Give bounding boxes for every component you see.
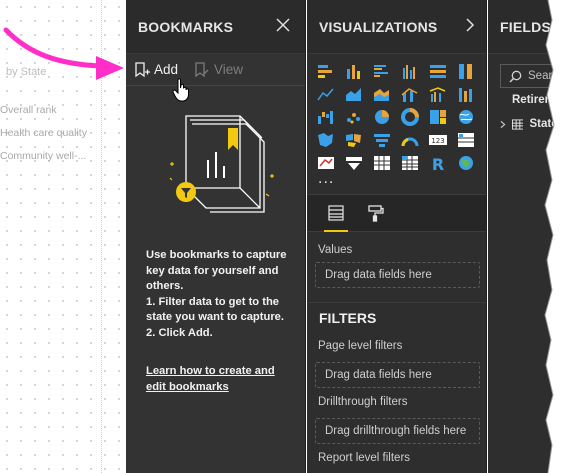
visual-row: Health care quality [0,127,87,139]
gauge-icon[interactable] [400,131,420,149]
stacked-column-chart-icon[interactable] [344,62,364,80]
line-chart-icon[interactable] [316,85,336,103]
field-table-item[interactable]: States [488,112,564,136]
view-bookmark-icon [195,61,209,77]
instruction-line: state you want to capture. [146,311,285,323]
link-line[interactable]: edit bookmarks [146,380,275,396]
fields-header: FIELDS [488,0,564,54]
visual-row: Community well-... [0,150,87,162]
add-bookmark-icon [135,61,150,77]
r-visual-icon[interactable]: R [428,154,448,172]
clustered-bar-chart-icon[interactable] [372,62,392,80]
instruction-line: Use bookmarks to capture [146,249,287,261]
visualizations-header: VISUALIZATIONS [307,0,486,54]
filters-title: FILTERS [307,302,486,332]
search-placeholder: Search [528,70,564,82]
visual-row: Overall rank [0,104,57,116]
slicer-icon[interactable] [344,154,364,172]
bookmarks-pane: BOOKMARKS Add View Use bookmarks to capt… [126,0,306,473]
drillthrough-filters-label: Drillthrough filters [318,396,408,408]
stacked-area-chart-icon[interactable] [372,85,392,103]
bookmarks-instructions: Use bookmarks to capture key data for yo… [146,248,298,341]
report-canvas[interactable]: by State Overall rank Health care qualit… [0,0,126,473]
fields-well-icon [328,205,344,221]
add-bookmark-label: Add [154,62,179,77]
fields-title: FIELDS [500,18,551,35]
svg-text:R: R [432,155,444,172]
field-table-label: Retirement [512,94,564,106]
waterfall-chart-icon[interactable] [316,108,336,126]
learn-bookmarks-link[interactable]: Learn how to create and edit bookmarks [146,364,275,395]
shape-map-icon[interactable] [344,131,364,149]
line-and-column-chart-icon[interactable] [400,85,420,103]
field-table-label: States [529,118,564,130]
chevron-right-icon[interactable] [465,17,475,35]
ribbon-chart-icon[interactable] [456,85,476,103]
visualizations-title: VISUALIZATIONS [319,18,438,35]
view-bookmarks-label: View [214,62,244,77]
values-label: Values [318,244,353,256]
stacked-bar-chart-icon[interactable] [316,62,336,80]
globe-icon[interactable] [456,154,476,172]
fields-pane: FIELDS Search Retirement States [488,0,564,473]
search-icon [509,70,522,83]
values-dropzone[interactable]: Drag data fields here [315,262,480,288]
bookmarks-title: BOOKMARKS [138,18,234,35]
format-tab[interactable] [367,204,385,222]
page-filters-label: Page level filters [318,340,403,352]
table-icon[interactable] [372,154,392,172]
report-filters-label: Report level filters [318,452,411,464]
multi-row-card-icon[interactable] [456,131,476,149]
100-stacked-column-chart-icon[interactable] [456,62,476,80]
donut-chart-icon[interactable] [400,108,420,126]
instruction-line: 1. Filter data to get to the [146,295,280,308]
clustered-column-chart-icon[interactable] [400,62,420,80]
map-icon[interactable] [456,108,476,126]
line-and-clustered-column-chart-icon[interactable] [428,85,448,103]
visual-gallery: 123 R [307,54,486,172]
matrix-icon[interactable] [400,154,420,172]
close-icon[interactable] [276,17,290,35]
bookmarks-toolbar: Add View [126,54,305,86]
instruction-line: key data for yourself and [146,264,279,277]
table-icon [511,118,524,130]
svg-text:123: 123 [431,137,444,145]
view-bookmarks-button[interactable]: View [194,61,244,78]
fields-search-input[interactable]: Search [500,64,564,88]
link-line[interactable]: Learn how to create and [146,364,275,380]
field-table-item[interactable]: Retirement [488,88,564,112]
drillthrough-dropzone[interactable]: Drag drillthrough fields here [315,418,480,444]
paint-roller-icon [368,205,384,222]
area-chart-icon[interactable] [344,85,364,103]
visual-title: by State [6,66,47,78]
visual-tabs [307,194,486,232]
treemap-icon[interactable] [428,108,448,126]
bookmarks-illustration [169,115,274,213]
card-icon[interactable]: 123 [428,131,448,149]
expand-chevron-icon [500,120,506,128]
pie-chart-icon[interactable] [372,108,392,126]
hand-cursor-icon [172,78,189,102]
visualizations-pane: VISUALIZATIONS 123 R ... Values Drag data… [307,0,487,473]
funnel-icon[interactable] [372,131,392,149]
add-bookmark-button[interactable]: Add [134,61,179,78]
more-visuals-button[interactable]: ... [307,171,486,188]
fields-tab[interactable] [324,204,348,232]
instruction-line: 2. Click Add. [146,326,213,339]
instruction-line: others. [146,280,184,292]
filled-map-icon[interactable] [316,131,336,149]
canvas-divider [101,0,102,473]
scatter-chart-icon[interactable] [344,108,364,126]
page-filters-dropzone[interactable]: Drag data fields here [315,362,480,388]
100-stacked-bar-chart-icon[interactable] [428,62,448,80]
